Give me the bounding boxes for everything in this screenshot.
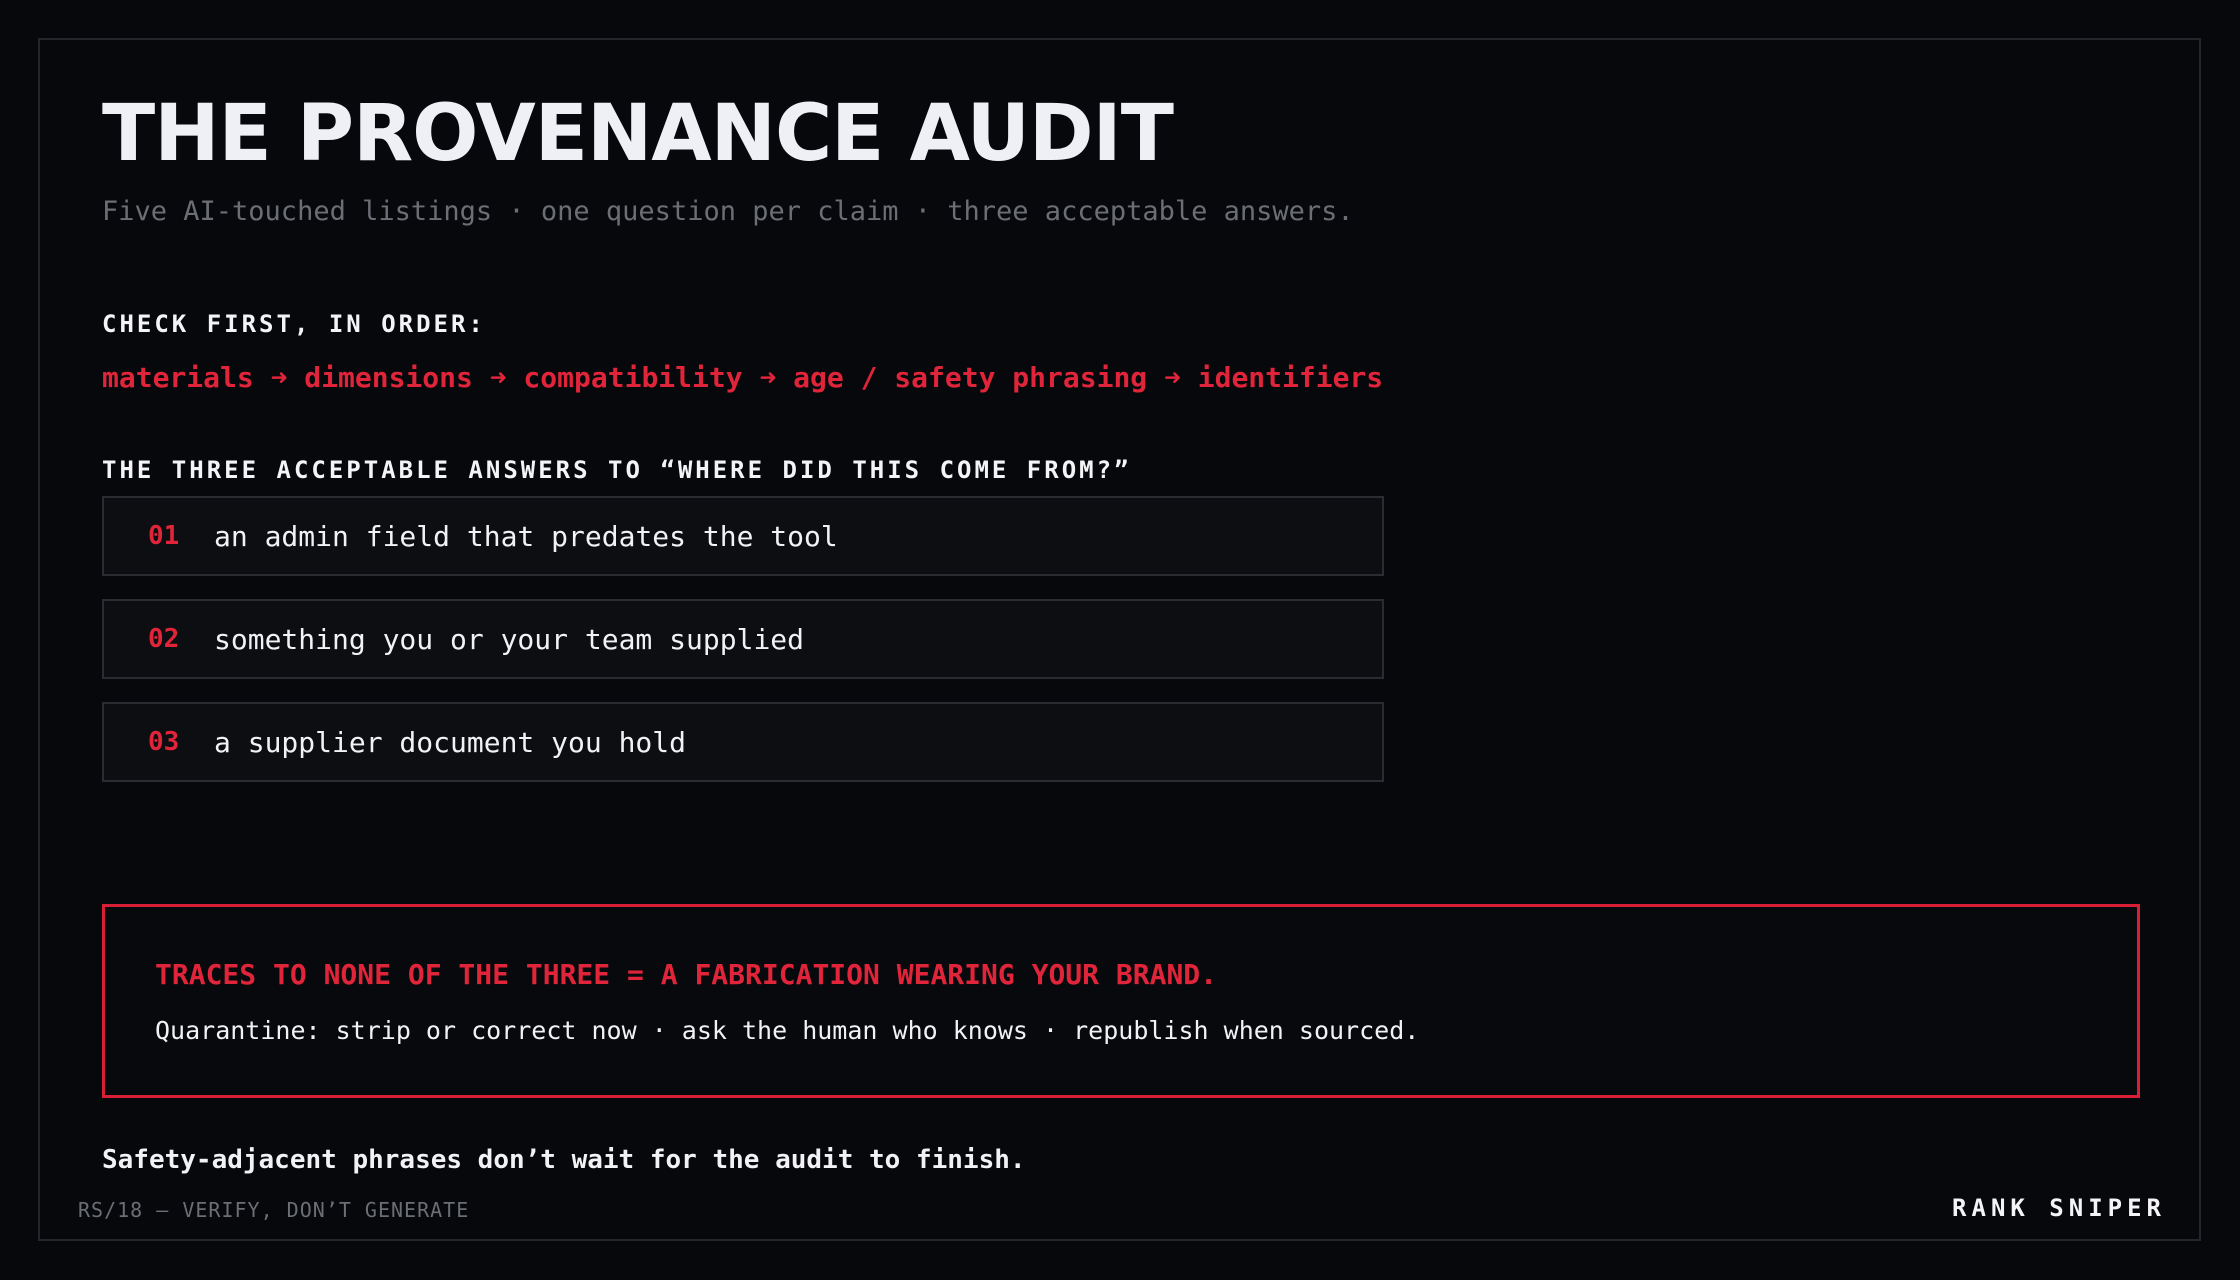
footer-brand: RANK SNIPER [1952,1194,2166,1222]
answer-number: 01 [148,521,180,551]
page-title: THE PROVENANCE AUDIT [102,89,1174,179]
footer-slide-label: RS/18 — VERIFY, DON’T GENERATE [78,1198,470,1222]
answer-text: an admin field that predates the tool [214,519,838,553]
answer-text: something you or your team supplied [214,622,805,656]
answer-item: 03 a supplier document you hold [102,702,1384,782]
safety-footnote: Safety-adjacent phrases don’t wait for t… [102,1145,1026,1175]
check-order-sequence: materials ➜ dimensions ➜ compatibility ➜… [102,361,1384,394]
answer-number: 02 [148,624,180,654]
answer-item: 01 an admin field that predates the tool [102,496,1384,576]
page-subtitle: Five AI-touched listings · one question … [102,196,1354,227]
fabrication-callout: TRACES TO NONE OF THE THREE = A FABRICAT… [102,904,2140,1098]
acceptable-answers-list: 01 an admin field that predates the tool… [102,496,1384,805]
callout-body: Quarantine: strip or correct now · ask t… [155,1016,1420,1045]
callout-headline: TRACES TO NONE OF THE THREE = A FABRICAT… [155,958,1218,991]
check-first-heading: CHECK FIRST, IN ORDER: [102,310,486,338]
acceptable-answers-heading: THE THREE ACCEPTABLE ANSWERS TO “WHERE D… [102,456,1132,484]
answer-number: 03 [148,727,180,757]
answer-item: 02 something you or your team supplied [102,599,1384,679]
answer-text: a supplier document you hold [214,725,687,759]
